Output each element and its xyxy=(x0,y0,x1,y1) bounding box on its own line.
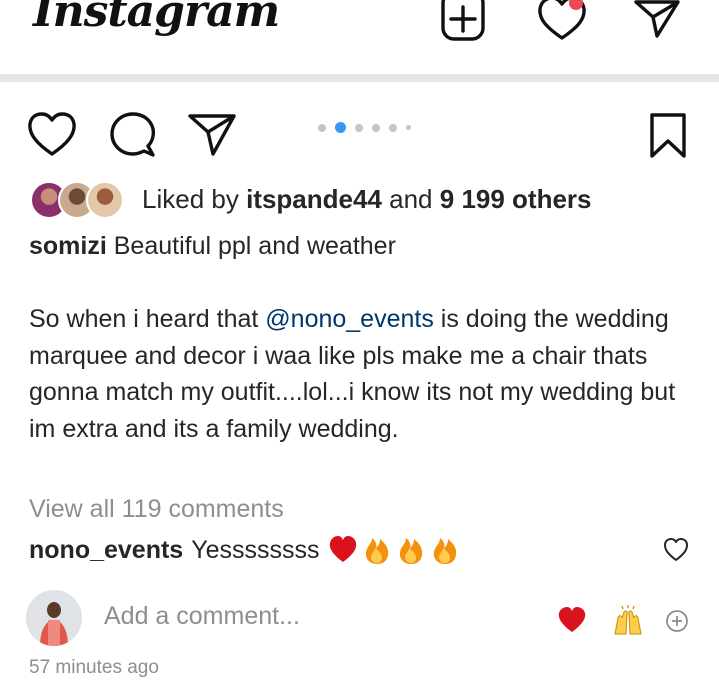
header-divider xyxy=(0,74,719,82)
more-emoji-plus-icon[interactable] xyxy=(665,609,689,633)
carousel-dot xyxy=(335,122,346,133)
caption-username[interactable]: somizi xyxy=(29,232,107,260)
red-heart-emoji xyxy=(329,536,356,562)
likes-count[interactable]: 9 199 others xyxy=(440,184,592,214)
notification-dot xyxy=(569,0,583,10)
share-icon[interactable] xyxy=(186,112,238,158)
top-bar: Instagram xyxy=(0,0,719,76)
bookmark-icon[interactable] xyxy=(648,112,688,160)
like-icon[interactable] xyxy=(26,112,78,158)
carousel-dot xyxy=(318,123,326,132)
fire-emoji xyxy=(399,538,422,564)
new-post-icon[interactable] xyxy=(440,0,486,42)
quick-raising-hands-button[interactable] xyxy=(612,604,644,636)
post-timestamp: 57 minutes ago xyxy=(29,657,159,678)
liker-avatars xyxy=(30,179,130,219)
comment-icon[interactable] xyxy=(108,112,158,158)
carousel-dot xyxy=(406,125,411,130)
likes-row[interactable]: Liked by itspande44 and 9 199 others xyxy=(30,176,592,222)
fire-emoji xyxy=(433,538,456,564)
add-comment-input[interactable]: Add a comment... xyxy=(104,602,300,631)
post-caption: somizi Beautiful ppl and weather So when… xyxy=(29,232,676,443)
avatar xyxy=(86,181,124,219)
carousel-indicator xyxy=(318,122,411,133)
quick-heart-emoji-button[interactable] xyxy=(557,606,587,634)
comment-username[interactable]: nono_events xyxy=(29,536,183,565)
activity-heart-icon[interactable] xyxy=(536,0,588,42)
fire-emoji xyxy=(365,538,388,564)
likes-text: Liked by itspande44 and 9 199 others xyxy=(142,183,592,214)
current-user-avatar xyxy=(26,590,82,646)
carousel-dot xyxy=(355,123,363,132)
view-all-comments-link[interactable]: View all 119 comments xyxy=(29,495,284,524)
add-comment-row: Add a comment... xyxy=(26,588,706,652)
carousel-dot xyxy=(389,123,397,132)
liker-username[interactable]: itspande44 xyxy=(246,184,382,214)
direct-message-icon[interactable] xyxy=(632,0,682,42)
mention-link[interactable]: @nono_events xyxy=(265,305,434,333)
comment-like-icon[interactable] xyxy=(663,538,689,562)
instagram-logo[interactable]: Instagram xyxy=(33,0,280,37)
carousel-dot xyxy=(372,123,380,132)
comment-row: nono_events Yessssssss xyxy=(29,535,460,565)
comment-text: Yessssssss xyxy=(191,535,320,564)
